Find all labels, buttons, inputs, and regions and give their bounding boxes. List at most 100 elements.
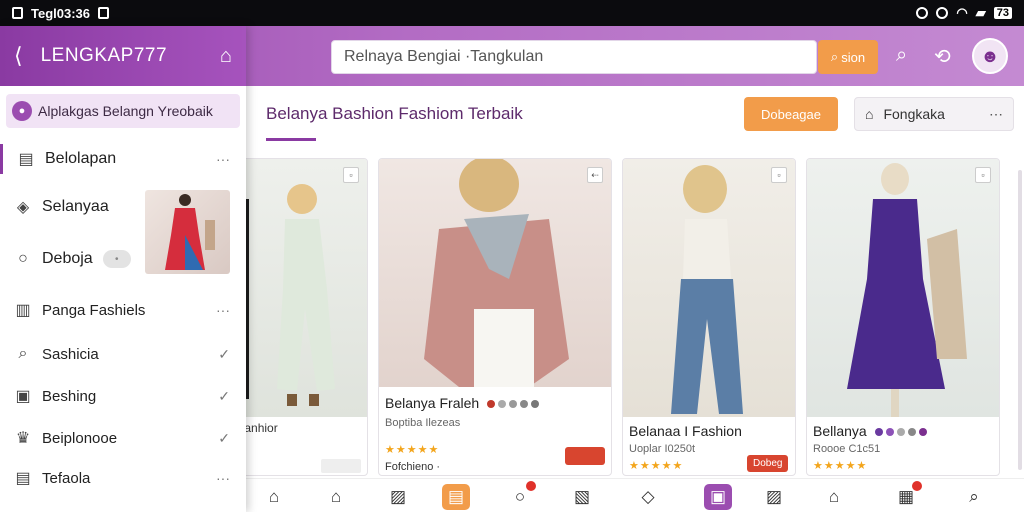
product-name: Bellanya <box>813 423 927 439</box>
home-outline-icon[interactable]: ⌂ <box>322 484 350 510</box>
share-icon[interactable]: ⟲ <box>934 44 951 69</box>
drawer-item-deboja[interactable]: ○ Deboja • <box>0 244 145 274</box>
tag-icon: ◈ <box>16 199 30 216</box>
back-icon[interactable]: ⟨ <box>14 43 23 69</box>
drawer-item-label: Tefaola <box>42 469 91 487</box>
wifi-icon: ◠ <box>956 5 968 20</box>
chevron-down-icon[interactable]: ✓ <box>218 388 230 405</box>
drawer-item-selanyaa[interactable]: ◈ Selanyaa <box>0 192 145 222</box>
drawer-item-sashicia[interactable]: ⌕ Sashicia ✓ <box>0 340 246 368</box>
search-input[interactable]: Relnaya Bengiai ·Tangkulan <box>331 40 817 74</box>
status-time: Tegl03:36 <box>31 5 91 21</box>
store-icon: ● <box>12 101 32 121</box>
product-image: ⇠ <box>379 159 611 387</box>
drawer-item-label: Selanyaa <box>42 198 109 215</box>
status-bar: Tegl03:36 ◠ ▰ 73 <box>0 0 1024 26</box>
bookmark-icon[interactable]: ▫ <box>975 167 991 183</box>
sort-select-value: Fongkaka <box>883 106 945 122</box>
rating-stars: ★★★★★ <box>813 460 868 472</box>
search-icon: ⌕ <box>18 345 28 362</box>
search-icon[interactable]: ⌕ <box>960 484 988 510</box>
sort-select[interactable]: ⌂ Fongkaka ⋯ <box>854 97 1014 131</box>
drawer-header: ⟨ LENGKAP777 ⌂ <box>0 26 246 86</box>
product-name-text: Belanya Fraleh <box>385 395 480 411</box>
product-name-text: Bellanya <box>813 423 867 439</box>
product-image: ▫ <box>807 159 999 417</box>
promo-image[interactable] <box>145 190 230 274</box>
price-tag[interactable] <box>565 447 605 465</box>
notification-badge <box>912 481 922 491</box>
price-tag[interactable]: Dobeg <box>747 455 789 472</box>
product-extra: Fofchieno · <box>385 461 441 473</box>
drawer-item-tefaola[interactable]: ▤ Tefaola ··· <box>0 464 246 492</box>
drawer-chip-label: Alplakgas Belangn Yreobaik <box>38 103 213 119</box>
drawer-chip[interactable]: ● Alplakgas Belangn Yreobaik <box>6 94 240 128</box>
product-name: Belanya Fraleh <box>385 395 540 411</box>
gallery-icon[interactable]: ▨ <box>384 484 412 510</box>
more-icon[interactable]: ··· <box>216 470 230 486</box>
navigation-drawer: ⟨ LENGKAP777 ⌂ ● Alplakgas Belangn Yreob… <box>0 26 246 512</box>
primary-button[interactable]: Dobeagae <box>744 97 838 131</box>
bookmark-icon[interactable]: ▫ <box>771 167 787 183</box>
model-figure <box>165 194 215 270</box>
toggle-switch[interactable]: • <box>102 250 131 268</box>
drawer-item-beiplonooe[interactable]: ♛ Beiplonooe ✓ <box>0 424 246 452</box>
store-icon: ▥ <box>15 302 31 319</box>
drawer-title: LENGKAP777 <box>40 45 168 66</box>
image-icon[interactable]: ▧ <box>568 484 596 510</box>
model-figure <box>671 165 743 414</box>
drawer-item-label: Panga Fashiels <box>42 301 146 319</box>
cart-icon[interactable]: ▦ <box>892 481 922 510</box>
alarm-icon <box>916 7 929 19</box>
location-icon[interactable]: ◇ <box>634 484 662 510</box>
drawer-item-belolapan[interactable]: ▤ Belolapan ··· <box>0 144 246 174</box>
chevron-down-icon[interactable]: ✓ <box>218 346 230 363</box>
avatar[interactable]: ☻ <box>972 38 1008 74</box>
chat-icon[interactable]: ○ <box>506 481 536 510</box>
app-icon <box>98 7 110 19</box>
home-icon[interactable]: ⌂ <box>260 484 288 510</box>
calendar-icon[interactable]: ▤ <box>442 484 470 510</box>
color-swatches[interactable] <box>487 400 540 409</box>
product-card[interactable]: ▫ Belanaa I Fashion Uoplar I0250t ★★★★★ … <box>622 158 796 476</box>
drawer-item-panga-fashiels[interactable]: ▥ Panga Fashiels ··· <box>0 296 246 324</box>
bookmark-icon: ⌂ <box>865 106 874 122</box>
chevron-down-icon[interactable]: ✓ <box>218 430 230 447</box>
drawer-item-beshing[interactable]: ▣ Beshing ✓ <box>0 382 246 410</box>
box-icon[interactable]: ▣ <box>704 484 732 510</box>
product-card[interactable]: ▫ Bellanya Roooe C1c51 ★★★★★ <box>806 158 1000 476</box>
search-button[interactable]: ⌕ sion <box>818 40 878 74</box>
bookmark-icon[interactable]: ⇠ <box>587 167 603 183</box>
drawer-item-label: Beiplonooe <box>42 429 118 447</box>
main-content: Belanya Bashion Fashiom Terbaik Dobeagae… <box>216 86 1024 512</box>
home-filled-icon[interactable]: ⌂ <box>820 484 848 510</box>
photo-icon[interactable]: ▨ <box>760 484 788 510</box>
battery-icon: 73 <box>993 7 1012 19</box>
product-card[interactable]: ⇠ Belanya Fraleh Boptiba Ilezeas ★★★★★ F… <box>378 158 612 476</box>
home-icon[interactable]: ⌂ <box>220 45 232 68</box>
model-figure <box>847 163 967 417</box>
page-title: Belanya Bashion Fashiom Terbaik <box>266 104 523 123</box>
more-icon[interactable]: ··· <box>216 302 230 318</box>
product-subtitle: Uoplar I0250t <box>629 443 696 455</box>
scrollbar[interactable] <box>1018 170 1022 470</box>
notification-badge <box>526 481 536 491</box>
search-icon[interactable]: ⌕ <box>896 44 907 67</box>
drawer-item-label: Beshing <box>42 387 97 405</box>
crown-icon: ♛ <box>15 430 31 447</box>
bottom-nav: ⌂ ⌂ ▨ ▤ ○ ▧ ◇ ▣ ▨ ⌂ ▦ ⌕ <box>246 478 1024 512</box>
chat-icon: ○ <box>18 250 28 267</box>
drawer-item-label: Belolapan <box>45 150 117 167</box>
product-subtitle: Roooe C1c51 <box>813 443 881 455</box>
notification-icon <box>12 7 23 19</box>
dashboard-icon: ▤ <box>18 151 34 168</box>
bookmark-icon[interactable]: ▫ <box>343 167 359 183</box>
rating-stars: ★★★★★ <box>385 444 440 456</box>
signal-icon: ▰ <box>975 5 986 20</box>
model-figure <box>424 159 569 387</box>
color-swatches[interactable] <box>874 428 927 437</box>
placeholder-tag <box>321 459 361 473</box>
search-icon: ⌕ <box>830 49 839 64</box>
title-underline <box>266 138 316 141</box>
more-icon[interactable]: ··· <box>216 151 230 167</box>
